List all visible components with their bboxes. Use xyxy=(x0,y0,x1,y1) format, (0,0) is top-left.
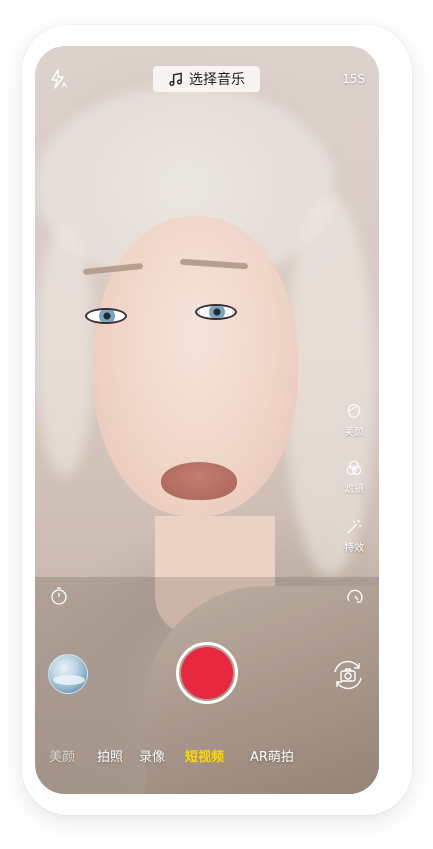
side-tool-filter[interactable]: 滤镜 xyxy=(341,459,367,495)
switch-camera-icon[interactable] xyxy=(331,658,365,692)
mode-ar-cute[interactable]: AR萌拍 xyxy=(250,746,294,765)
side-tool-effects[interactable]: 特效 xyxy=(341,518,367,554)
camera-viewfinder: 选择音乐 15S 美颜 滤镜 特效 美颜 拍照 录像 短视频 AR萌拍 xyxy=(35,46,379,794)
magic-wand-icon xyxy=(345,518,363,536)
side-tool-effects-label: 特效 xyxy=(344,543,364,554)
side-tool-beauty-label: 美颜 xyxy=(344,427,364,438)
duration-label[interactable]: 15S xyxy=(342,72,365,86)
mode-beauty[interactable]: 美颜 xyxy=(49,746,75,765)
select-music-button[interactable]: 选择音乐 xyxy=(153,66,260,92)
flash-icon[interactable] xyxy=(49,68,69,90)
beauty-level-icon[interactable] xyxy=(345,586,365,606)
record-button-core xyxy=(181,647,233,699)
mode-short-video[interactable]: 短视频 xyxy=(185,746,224,765)
portrait-eye-left xyxy=(85,308,127,324)
record-button[interactable] xyxy=(176,642,238,704)
filter-circles-icon xyxy=(345,459,363,477)
portrait-eye-right xyxy=(195,304,237,320)
portrait-lips xyxy=(161,462,237,500)
side-tool-filter-label: 滤镜 xyxy=(344,484,364,495)
select-music-label: 选择音乐 xyxy=(189,72,245,88)
music-note-icon xyxy=(168,72,183,87)
side-tool-beauty[interactable]: 美颜 xyxy=(341,402,367,438)
timer-icon[interactable] xyxy=(49,586,69,606)
mode-record[interactable]: 录像 xyxy=(139,746,165,765)
mode-photo[interactable]: 拍照 xyxy=(97,746,123,765)
gallery-thumbnail[interactable] xyxy=(48,654,88,694)
portrait-hair-left xyxy=(35,226,95,476)
face-outline-icon xyxy=(345,402,363,420)
